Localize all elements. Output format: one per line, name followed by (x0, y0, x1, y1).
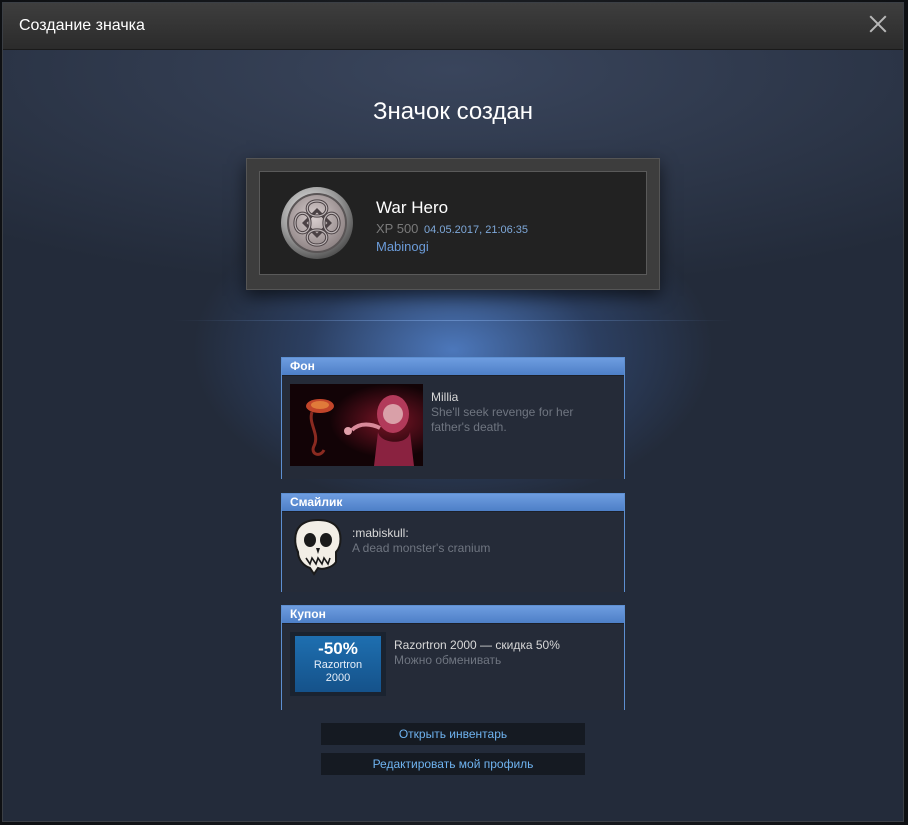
badge-card-inner: War Hero XP 500 04.05.2017, 21:06:35 Mab… (259, 171, 647, 275)
reward-panel-coupon: Купон -50% Razortron 2000 Razortron 2000… (281, 605, 625, 710)
panel-body: -50% Razortron 2000 Razortron 2000 — ски… (282, 623, 624, 710)
badge-xp: XP 500 04.05.2017, 21:06:35 (376, 221, 528, 236)
coupon-thumbnail[interactable]: -50% Razortron 2000 (290, 632, 386, 696)
badge-name: War Hero (376, 198, 449, 217)
reward-panel-emoticon: Смайлик :mabiskull: A dead monster's cra… (281, 493, 625, 592)
emoticon-description: A dead monster's cranium (352, 541, 491, 555)
background-thumbnail[interactable] (290, 384, 423, 466)
close-icon[interactable] (869, 15, 887, 33)
background-description: She'll seek revenge for her father's dea… (431, 405, 574, 434)
dialog-titlebar: Создание значка (3, 3, 903, 50)
badge-game-link[interactable]: Mabinogi (376, 239, 429, 254)
coupon-card: -50% Razortron 2000 (295, 636, 381, 692)
badge-crafted-dialog: Создание значка Значок создан War Hero X… (2, 2, 904, 822)
badge-xp-value: XP 500 (376, 221, 419, 236)
panel-header: Смайлик (282, 494, 624, 511)
coupon-discount: -50% (318, 639, 358, 658)
panel-body: Millia She'll seek revenge for her fathe… (282, 375, 624, 479)
dialog-title: Создание значка (19, 17, 145, 34)
panel-body: :mabiskull: A dead monster's cranium (282, 511, 624, 592)
coupon-name: Razortron 2000 — скидка 50% (394, 638, 560, 652)
coupon-model: 2000 (325, 672, 351, 684)
dialog-content: Значок создан War Hero XP 500 04.05.2017… (3, 50, 903, 821)
open-inventory-button[interactable]: Открыть инвентарь (321, 723, 585, 745)
page-title: Значок создан (372, 98, 534, 125)
divider (173, 320, 733, 321)
edit-profile-button[interactable]: Редактировать мой профиль (321, 753, 585, 775)
reward-panel-background: Фон Millia She'll seek revenge for her f… (281, 357, 625, 479)
panel-header: Купон (282, 606, 624, 623)
coupon-product: Razortron (313, 659, 363, 671)
panel-header: Фон (282, 358, 624, 375)
skull-emoticon-icon[interactable] (292, 518, 344, 578)
background-name: Millia (431, 390, 459, 404)
badge-date: 04.05.2017, 21:06:35 (424, 224, 529, 236)
emoticon-name: :mabiskull: (352, 526, 409, 540)
badge-card: War Hero XP 500 04.05.2017, 21:06:35 Mab… (246, 158, 660, 290)
coupon-description: Можно обменивать (394, 653, 502, 667)
celtic-knot-medal-icon (281, 187, 353, 259)
